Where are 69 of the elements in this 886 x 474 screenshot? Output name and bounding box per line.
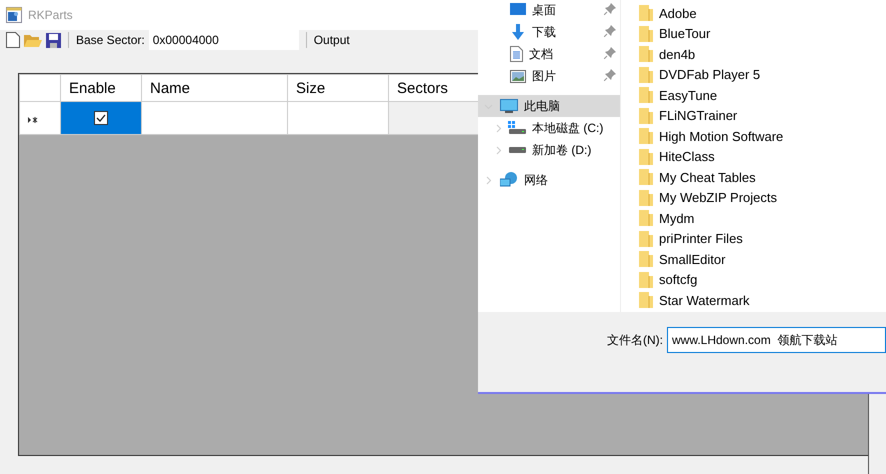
folder-icon bbox=[639, 148, 653, 165]
desktop-icon bbox=[510, 3, 526, 17]
folder-item[interactable]: FLiNGTrainer bbox=[639, 106, 886, 126]
folder-item[interactable]: priPrinter Files bbox=[639, 228, 886, 249]
folder-item[interactable]: SmallEditor bbox=[639, 249, 886, 270]
monitor-icon bbox=[500, 98, 518, 114]
column-header[interactable]: Enable bbox=[60, 74, 142, 102]
drive-icon bbox=[508, 121, 526, 135]
nav-item[interactable]: 此电脑 bbox=[478, 95, 620, 117]
pin-icon[interactable] bbox=[604, 3, 616, 15]
folder-icon bbox=[639, 210, 653, 226]
folder-item[interactable]: High Motion Software bbox=[639, 126, 886, 146]
folder-icon bbox=[639, 46, 653, 62]
folder-icon bbox=[639, 230, 653, 247]
folder-icon bbox=[639, 128, 653, 144]
enable-checkbox[interactable] bbox=[94, 110, 108, 124]
network-icon bbox=[500, 172, 518, 188]
folder-item[interactable]: Mydm bbox=[639, 208, 886, 228]
pin-icon[interactable] bbox=[604, 69, 616, 81]
folder-item[interactable]: BlueTour bbox=[639, 24, 886, 44]
folder-item[interactable]: den4b bbox=[639, 44, 886, 64]
download-arrow-icon bbox=[510, 24, 526, 40]
chevron-right-icon[interactable] bbox=[494, 146, 503, 155]
folder-item[interactable]: softcfg bbox=[639, 270, 886, 290]
nav-item[interactable]: 新加卷 (D:) bbox=[478, 139, 620, 161]
folder-item[interactable]: My Cheat Tables bbox=[639, 167, 886, 188]
save-button[interactable] bbox=[46, 32, 61, 48]
folder-icon bbox=[639, 272, 653, 288]
picture-icon bbox=[510, 70, 526, 82]
new-row-icon bbox=[28, 116, 38, 122]
column-header[interactable]: Sectors bbox=[388, 74, 480, 102]
output-label: Output bbox=[314, 33, 350, 47]
base-sector-label: Base Sector: bbox=[76, 33, 145, 47]
document-icon bbox=[510, 46, 523, 62]
nav-item[interactable]: 本地磁盘 (C:) bbox=[478, 117, 620, 139]
folder-icon bbox=[639, 87, 653, 104]
file-name-field[interactable]: www.LHdown.com 领航下载站 bbox=[667, 327, 886, 353]
nav-item[interactable]: 文档 bbox=[478, 43, 620, 65]
enable-cell[interactable] bbox=[60, 102, 142, 134]
chevron-right-icon[interactable] bbox=[484, 176, 493, 185]
folder-icon bbox=[639, 251, 653, 268]
drive-icon bbox=[508, 146, 526, 154]
nav-item[interactable]: 下载 bbox=[478, 21, 620, 43]
chevron-right-icon[interactable] bbox=[494, 124, 503, 133]
folder-item[interactable]: Adobe bbox=[639, 3, 886, 24]
folder-icon bbox=[639, 190, 653, 206]
file-name-label: 文件名(N): bbox=[607, 332, 663, 349]
folder-icon bbox=[639, 66, 653, 83]
nav-item[interactable]: 网络 bbox=[478, 169, 620, 191]
nav-item[interactable]: 图片 bbox=[478, 65, 620, 87]
folder-item[interactable]: My WebZIP Projects bbox=[639, 188, 886, 208]
pin-icon[interactable] bbox=[604, 25, 616, 37]
folder-icon bbox=[639, 169, 653, 186]
column-header[interactable]: Name bbox=[142, 74, 288, 102]
pin-icon[interactable] bbox=[604, 47, 616, 59]
app-icon bbox=[6, 7, 22, 23]
column-header[interactable]: Size bbox=[288, 74, 388, 102]
folder-item[interactable]: EasyTune bbox=[639, 85, 886, 106]
new-file-button[interactable] bbox=[6, 32, 20, 48]
nav-item[interactable]: 桌面 bbox=[478, 0, 620, 21]
folder-item[interactable]: DVDFab Player 5 bbox=[639, 64, 886, 85]
folder-item[interactable]: Star Watermark bbox=[639, 290, 886, 310]
window-title: RKParts bbox=[28, 8, 73, 22]
folder-icon bbox=[639, 5, 653, 22]
folder-item[interactable]: HiteClass bbox=[639, 146, 886, 167]
folder-icon bbox=[639, 26, 653, 42]
folder-icon bbox=[639, 108, 653, 124]
folder-icon bbox=[639, 292, 653, 308]
base-sector-field[interactable]: 0x00004000 bbox=[148, 30, 299, 50]
